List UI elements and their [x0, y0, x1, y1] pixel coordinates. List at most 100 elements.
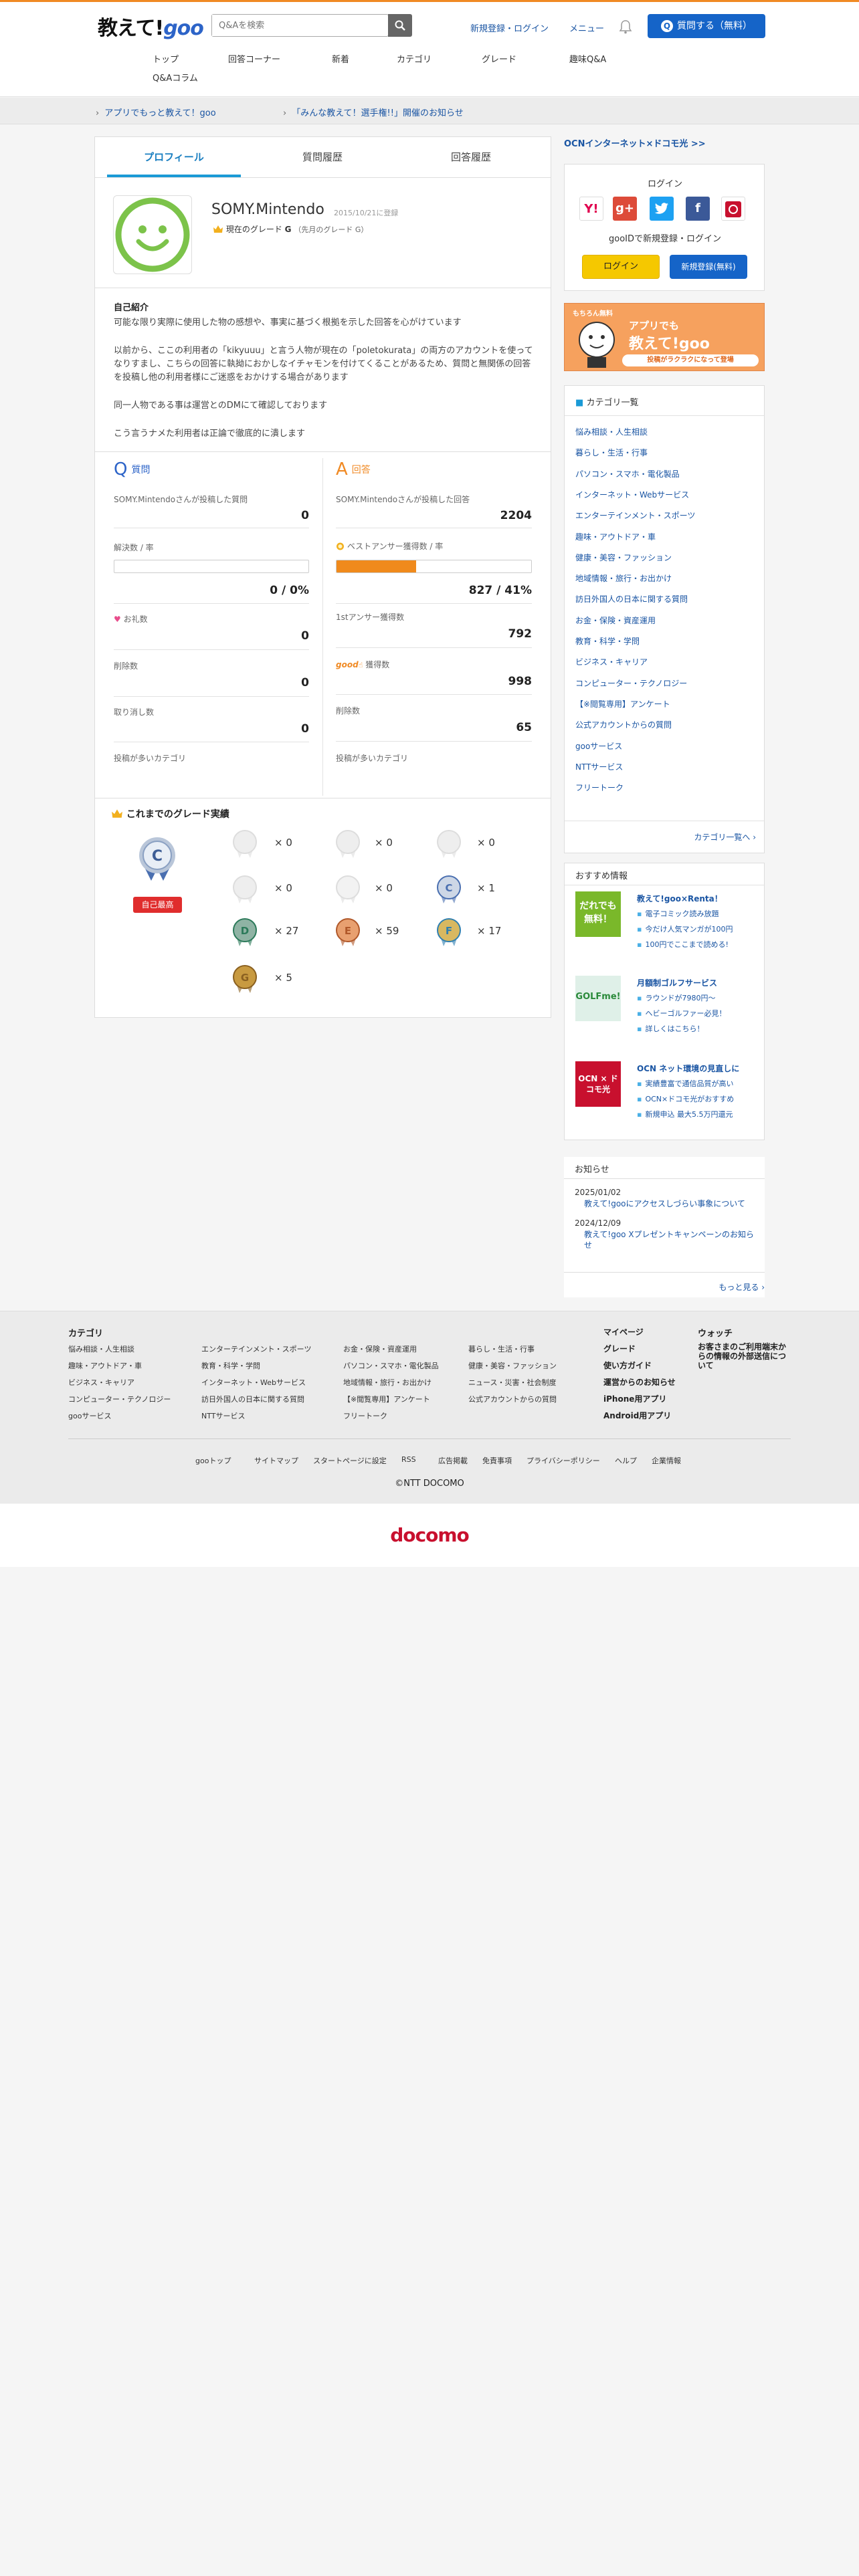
- rec-item[interactable]: ヘビーゴルファー必見！: [637, 1008, 726, 1018]
- rec-item[interactable]: 実績豊富で通信品質が高い: [637, 1078, 733, 1089]
- footer-link[interactable]: コンピューター・テクノロジー: [68, 1394, 171, 1404]
- docomo-logo[interactable]: docomo: [0, 1524, 859, 1546]
- rec-item[interactable]: ラウンドが7980円〜: [637, 992, 715, 1003]
- ocn-ad-link[interactable]: OCNインターネット×ドコモ光 >>: [564, 136, 706, 149]
- category-link[interactable]: エンターテインメント・スポーツ: [575, 510, 695, 521]
- notice-link-app[interactable]: アプリでもっと教えて！goo: [96, 106, 216, 118]
- renta-thumbnail[interactable]: だれでも無料！: [575, 891, 621, 937]
- footer-bottom-link[interactable]: サイトマップ: [254, 1455, 298, 1466]
- tab-profile[interactable]: プロフィール: [107, 137, 241, 177]
- footer-link[interactable]: 【※閲覧専用】アンケート: [343, 1394, 430, 1404]
- news-more-link[interactable]: もっと見る ›: [719, 1281, 765, 1293]
- nav-new[interactable]: 新着: [332, 52, 349, 65]
- footer-bottom-link[interactable]: スタートページに設定: [313, 1455, 387, 1466]
- footer-bottom-link[interactable]: ヘルプ: [615, 1455, 637, 1466]
- search-input[interactable]: [212, 15, 359, 36]
- nav-top[interactable]: トップ: [153, 52, 179, 65]
- category-link[interactable]: コンピューター・テクノロジー: [575, 677, 687, 689]
- yahoo-login-icon[interactable]: Y!: [579, 197, 603, 221]
- footer-nav-link[interactable]: iPhone用アプリ: [603, 1393, 666, 1404]
- search-button[interactable]: [388, 14, 412, 37]
- category-link[interactable]: お金・保険・資産運用: [575, 615, 656, 626]
- tab-answer-history[interactable]: 回答履歴: [404, 137, 538, 177]
- rec-title[interactable]: OCN ネット環境の見直しに: [637, 1063, 739, 1074]
- docomo-login-icon[interactable]: [721, 197, 745, 221]
- footer-link[interactable]: お金・保険・資産運用: [343, 1344, 417, 1354]
- footer-link[interactable]: ニュース・災害・社会制度: [468, 1377, 556, 1388]
- news-link[interactable]: 教えて!goo Xプレゼントキャンペーンのお知らせ: [584, 1229, 758, 1251]
- rec-item[interactable]: 詳しくはこちら！: [637, 1023, 704, 1034]
- category-link[interactable]: インターネット・Webサービス: [575, 489, 689, 500]
- footer-nav-link[interactable]: マイページ: [603, 1326, 644, 1337]
- rec-title[interactable]: 教えて!goo×Renta！: [637, 893, 723, 904]
- ocn-thumbnail[interactable]: OCN × ドコモ光: [575, 1061, 621, 1107]
- footer-link[interactable]: 健康・美容・ファッション: [468, 1360, 557, 1371]
- nav-answer-corner[interactable]: 回答コーナー: [228, 52, 280, 65]
- footer-link[interactable]: gooサービス: [68, 1410, 111, 1421]
- footer-link[interactable]: 公式アカウントからの質問: [468, 1394, 557, 1404]
- category-more-link[interactable]: カテゴリ一覧へ ›: [694, 831, 756, 843]
- nav-category[interactable]: カテゴリ: [397, 52, 432, 65]
- rec-item[interactable]: 今だけ人気マンガが100円: [637, 924, 733, 934]
- category-link[interactable]: 公式アカウントからの質問: [575, 719, 672, 730]
- footer-link[interactable]: フリートーク: [343, 1410, 387, 1421]
- category-link[interactable]: NTTサービス: [575, 761, 623, 772]
- footer-bottom-link[interactable]: 広告掲載: [438, 1455, 468, 1466]
- menu-link[interactable]: メニュー: [569, 21, 604, 34]
- nav-qa-column[interactable]: Q&Aコラム: [153, 71, 198, 84]
- footer-nav-link[interactable]: 使い方ガイド: [603, 1360, 652, 1371]
- category-link[interactable]: 地域情報・旅行・お出かけ: [575, 572, 672, 584]
- nav-grade[interactable]: グレード: [482, 52, 516, 65]
- category-link[interactable]: 趣味・アウトドア・車: [575, 531, 656, 542]
- category-link[interactable]: 訪日外国人の日本に関する質問: [575, 593, 688, 605]
- ask-question-button[interactable]: Q 質問する（無料）: [648, 14, 765, 38]
- category-link[interactable]: ビジネス・キャリア: [575, 656, 648, 667]
- footer-link[interactable]: NTTサービス: [201, 1410, 245, 1421]
- category-link[interactable]: 【※閲覧専用】アンケート: [575, 698, 670, 710]
- rec-title[interactable]: 月額制ゴルフサービス: [637, 977, 717, 988]
- footer-nav-link[interactable]: 運営からのお知らせ: [603, 1376, 676, 1388]
- category-link[interactable]: gooサービス: [575, 740, 622, 752]
- footer-link[interactable]: ビジネス・キャリア: [68, 1377, 134, 1388]
- category-link[interactable]: 悩み相談・人生相談: [575, 426, 648, 437]
- golf-thumbnail[interactable]: GOLFme!: [575, 976, 621, 1021]
- footer-link[interactable]: 教育・科学・学問: [201, 1360, 260, 1371]
- footer-link[interactable]: エンターテインメント・スポーツ: [201, 1344, 311, 1354]
- signup-button[interactable]: 新規登録(無料): [670, 255, 747, 279]
- footer-link[interactable]: 訪日外国人の日本に関する質問: [201, 1394, 304, 1404]
- footer-nav-link[interactable]: グレード: [603, 1343, 636, 1354]
- footer-link[interactable]: インターネット・Webサービス: [201, 1377, 306, 1388]
- footer-bottom-link[interactable]: プライバシーポリシー: [527, 1455, 600, 1466]
- category-link[interactable]: 健康・美容・ファッション: [575, 552, 672, 563]
- rec-item[interactable]: 新規申込 最大5.5万円還元: [637, 1109, 733, 1119]
- app-promo-banner[interactable]: もちろん無料 アプリでも 教えて!goo 投稿がラクラクになって登場: [564, 303, 765, 371]
- footer-link[interactable]: 地域情報・旅行・お出かけ: [343, 1377, 432, 1388]
- footer-link[interactable]: 暮らし・生活・行事: [468, 1344, 535, 1354]
- footer-nav-link[interactable]: Android用アプリ: [603, 1410, 671, 1421]
- footer-bottom-link[interactable]: 企業情報: [652, 1455, 681, 1466]
- facebook-login-icon[interactable]: f: [686, 197, 710, 221]
- category-link[interactable]: 暮らし・生活・行事: [575, 447, 648, 458]
- footer-bottom-link[interactable]: RSS: [401, 1455, 416, 1464]
- footer-link[interactable]: パソコン・スマホ・電化製品: [343, 1360, 439, 1371]
- notice-link-contest[interactable]: 「みんな教えて！選手権!!」開催のお知らせ: [283, 106, 464, 118]
- footer-bottom-link[interactable]: 免責事項: [482, 1455, 512, 1466]
- tab-question-history[interactable]: 質問履歴: [256, 137, 389, 177]
- footer-link[interactable]: 悩み相談・人生相談: [68, 1344, 134, 1354]
- twitter-login-icon[interactable]: [650, 197, 674, 221]
- footer-bottom-link[interactable]: gooトップ: [195, 1455, 231, 1466]
- bell-icon[interactable]: [619, 19, 632, 34]
- footer-watch-link[interactable]: お客さまのご利用端末からの情報の外部送信について: [698, 1342, 788, 1370]
- rec-item[interactable]: OCN×ドコモ光がおすすめ: [637, 1093, 734, 1104]
- category-link[interactable]: 教育・科学・学問: [575, 635, 640, 647]
- rec-item[interactable]: 電子コミック読み放題: [637, 908, 719, 919]
- footer-link[interactable]: 趣味・アウトドア・車: [68, 1360, 142, 1371]
- google-login-icon[interactable]: g+: [613, 197, 637, 221]
- category-link[interactable]: フリートーク: [575, 782, 624, 793]
- nav-hobby-qa[interactable]: 趣味Q&A: [569, 52, 606, 65]
- signup-login-link[interactable]: 新規登録・ログイン: [470, 21, 549, 34]
- rec-item[interactable]: 100円でここまで読める!: [637, 939, 728, 950]
- category-link[interactable]: パソコン・スマホ・電化製品: [575, 468, 680, 479]
- site-logo[interactable]: 教えて!goo: [98, 11, 204, 41]
- login-button[interactable]: ログイン: [582, 255, 660, 279]
